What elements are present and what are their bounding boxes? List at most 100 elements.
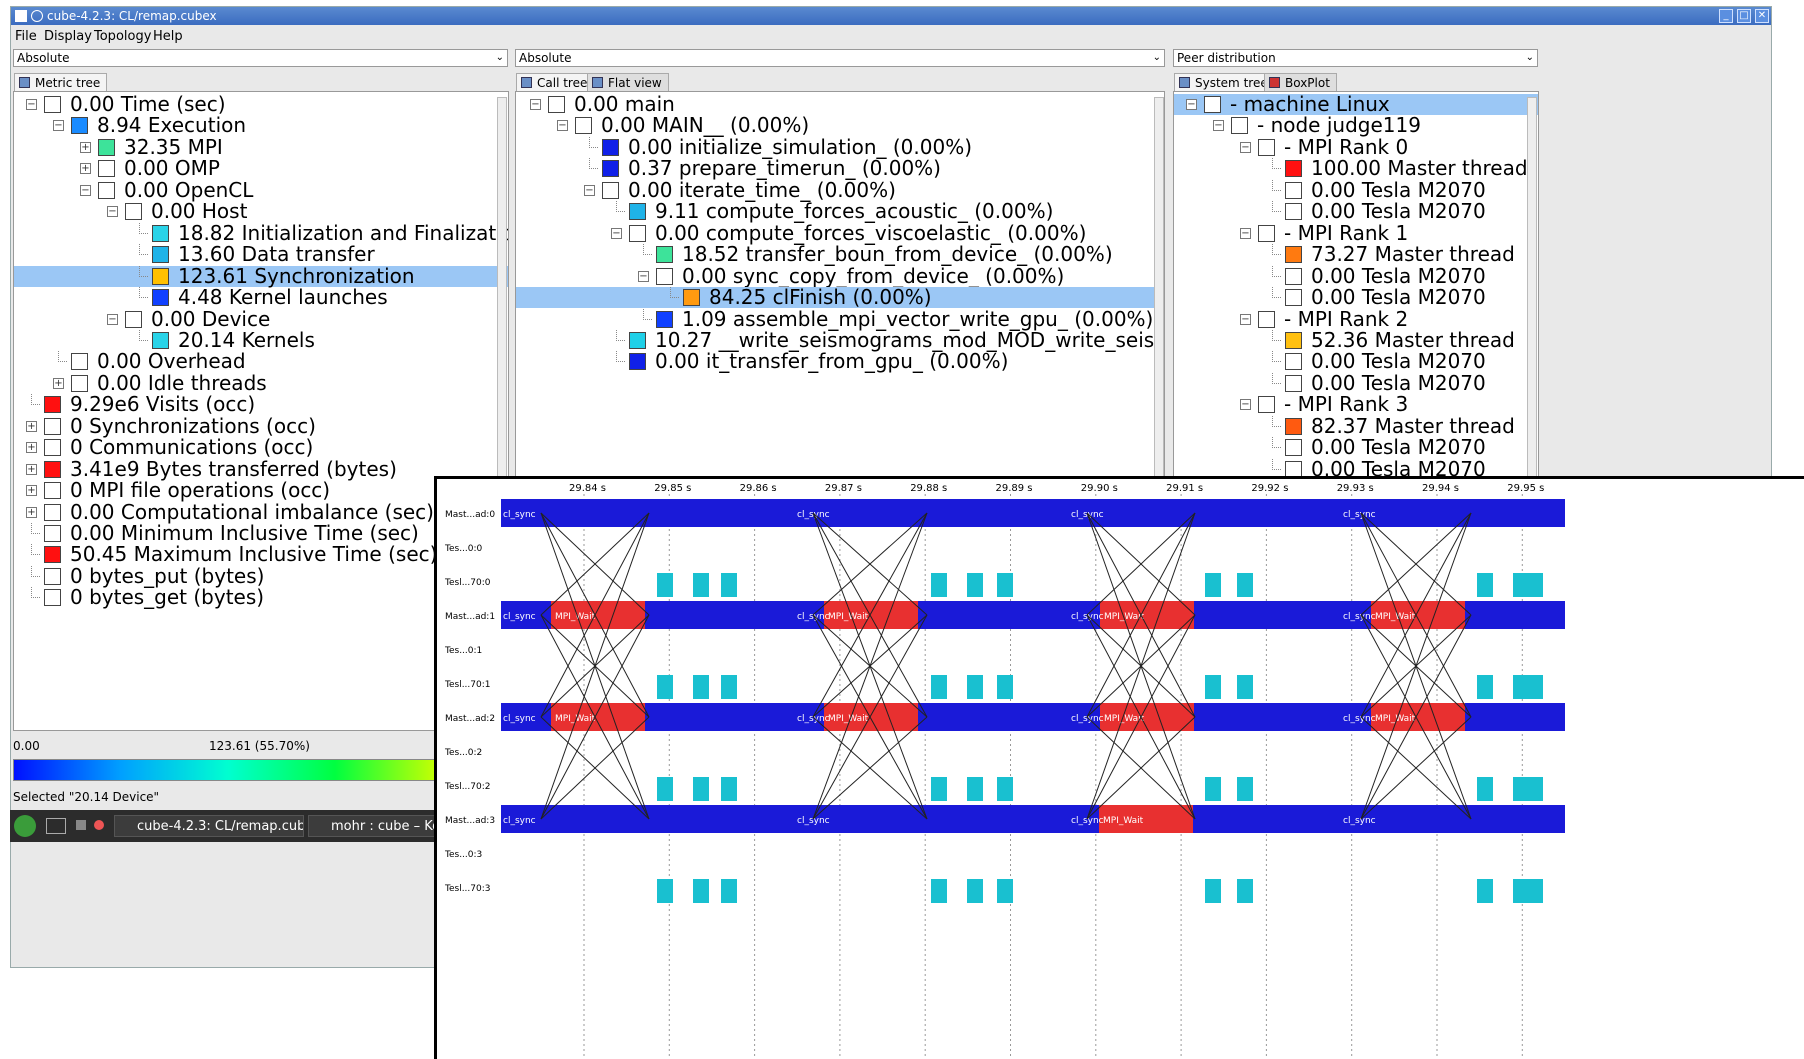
kernel-block[interactable] (931, 573, 947, 597)
kernel-block[interactable] (997, 573, 1013, 597)
browser-icon[interactable] (94, 820, 104, 830)
collapse-icon[interactable]: − (1186, 99, 1197, 110)
kernel-block[interactable] (1205, 777, 1221, 801)
master-thread-bar[interactable] (501, 805, 1565, 833)
kernel-block[interactable] (1237, 675, 1253, 699)
collapse-icon[interactable]: − (80, 184, 91, 196)
system-row[interactable]: 82.37 Master thread (1174, 415, 1538, 437)
kernel-block[interactable] (721, 675, 737, 699)
system-row[interactable]: 0.00 Tesla M2070 (1174, 351, 1538, 372)
call-tree-scrollbar[interactable] (1154, 97, 1164, 477)
metric-row[interactable]: +0.00 OMP (14, 158, 508, 179)
kernel-block[interactable] (1237, 573, 1253, 597)
collapse-icon[interactable]: − (557, 120, 568, 132)
kernel-block[interactable] (721, 777, 737, 801)
kernel-block[interactable] (693, 675, 709, 699)
menu-topology[interactable]: Topology (94, 29, 151, 44)
kernel-block[interactable] (657, 879, 673, 903)
timeline-canvas[interactable]: 29.84 s 29.85 s 29.86 s 29.87 s 29.88 s 29.89… (437, 479, 1804, 1059)
call-row[interactable]: 84.25 clFinish (0.00%) (516, 287, 1164, 309)
metric-row[interactable]: +0 Synchronizations (occ) (14, 415, 508, 437)
call-row[interactable]: − 0.00 MAIN__ (0.00%) (516, 115, 1164, 136)
call-row[interactable]: 0.00 initialize_simulation_ (0.00%) (516, 136, 1164, 158)
kernel-block[interactable] (931, 675, 947, 699)
close-icon[interactable]: ✕ (1755, 9, 1769, 23)
kernel-block[interactable] (1477, 573, 1493, 597)
kernel-block[interactable] (1527, 777, 1543, 801)
collapse-icon[interactable]: − (530, 99, 541, 110)
expand-icon[interactable]: + (26, 442, 37, 454)
metric-row[interactable]: 13.60 Data transfer (14, 244, 508, 265)
collapse-icon[interactable]: − (1240, 141, 1251, 153)
system-row[interactable]: − - node judge119 (1174, 115, 1538, 136)
kernel-block[interactable] (1237, 879, 1253, 903)
metric-row[interactable]: 123.61 Synchronization (14, 265, 508, 287)
maximize-icon[interactable]: □ (1737, 9, 1751, 23)
kernel-block[interactable] (931, 879, 947, 903)
metric-row[interactable]: − 0.00 Time (sec) (14, 94, 508, 115)
system-row[interactable]: − - MPI Rank 0 (1174, 136, 1538, 158)
system-row[interactable]: 0.00 Tesla M2070 (1174, 201, 1538, 222)
collapse-icon[interactable]: − (26, 99, 37, 110)
minimize-icon[interactable]: _ (1719, 9, 1733, 23)
system-row[interactable]: − - MPI Rank 3 (1174, 394, 1538, 415)
system-row[interactable]: 100.00 Master thread (1174, 158, 1538, 179)
window-menu-icon[interactable] (31, 10, 43, 22)
system-mode-select[interactable]: Peer distribution ⌄ (1173, 49, 1538, 67)
kernel-block[interactable] (1527, 573, 1543, 597)
expand-icon[interactable]: + (53, 377, 64, 389)
kernel-block[interactable] (931, 777, 947, 801)
kernel-block[interactable] (967, 879, 983, 903)
kernel-block[interactable] (967, 675, 983, 699)
system-row[interactable]: − - machine Linux (1174, 94, 1538, 115)
tab-flat-view[interactable]: Flat view (587, 73, 669, 91)
kernel-block[interactable] (693, 879, 709, 903)
collapse-icon[interactable]: − (638, 270, 649, 282)
kernel-block[interactable] (1205, 573, 1221, 597)
kernel-block[interactable] (1477, 777, 1493, 801)
call-row[interactable]: 9.11 compute_forces_acoustic_ (0.00%) (516, 201, 1164, 222)
kernel-block[interactable] (721, 879, 737, 903)
system-row[interactable]: 0.00 Tesla M2070 (1174, 372, 1538, 394)
collapse-icon[interactable]: − (611, 227, 622, 239)
kernel-block[interactable] (1513, 879, 1529, 903)
metric-row[interactable]: 0.00 Overhead (14, 351, 508, 372)
calltree-mode-select[interactable]: Absolute ⌄ (515, 49, 1165, 67)
expand-icon[interactable]: + (80, 141, 91, 153)
expand-icon[interactable]: + (26, 485, 37, 497)
metric-row[interactable]: +32.35 MPI (14, 136, 508, 158)
metric-row[interactable]: +0.00 Idle threads (14, 372, 508, 394)
call-row[interactable]: 10.27 __write_seismograms_mod_MOD_write_… (516, 329, 1164, 351)
kernel-block[interactable] (997, 675, 1013, 699)
call-row[interactable]: − 0.00 iterate_time_ (0.00%) (516, 179, 1164, 201)
tab-metric-tree[interactable]: Metric tree (14, 73, 108, 91)
tab-system-tree[interactable]: System tree (1174, 73, 1275, 91)
call-row[interactable]: − 0.00 main (516, 94, 1164, 115)
system-tree-scrollbar[interactable] (1527, 97, 1537, 477)
kernel-block[interactable] (1477, 879, 1493, 903)
metric-mode-select[interactable]: Absolute ⌄ (13, 49, 508, 67)
collapse-icon[interactable]: − (1240, 313, 1251, 325)
expand-icon[interactable]: + (26, 506, 37, 518)
metric-tree-scrollbar[interactable] (497, 97, 507, 477)
taskbar-item-terminal[interactable]: mohr : cube – Kons (308, 815, 440, 837)
kernel-block[interactable] (657, 777, 673, 801)
metric-row[interactable]: − 8.94 Execution (14, 115, 508, 136)
kernel-block[interactable] (1477, 675, 1493, 699)
kernel-block[interactable] (1513, 777, 1529, 801)
expand-icon[interactable]: + (26, 463, 37, 475)
kernel-block[interactable] (1527, 675, 1543, 699)
call-row[interactable]: − 0.00 sync_copy_from_device_ (0.00%) (516, 265, 1164, 287)
call-row[interactable]: − 0.00 compute_forces_viscoelastic_ (0.00… (516, 222, 1164, 244)
menu-file[interactable]: File (15, 29, 37, 44)
system-row[interactable]: 0.00 Tesla M2070 (1174, 287, 1538, 308)
collapse-icon[interactable]: − (1213, 120, 1224, 132)
call-row[interactable]: 0.37 prepare_timerun_ (0.00%) (516, 158, 1164, 179)
master-thread-bar[interactable] (501, 499, 1565, 527)
kernel-block[interactable] (967, 777, 983, 801)
metric-row[interactable]: 4.48 Kernel launches (14, 287, 508, 308)
metric-row[interactable]: − 0.00 Device (14, 308, 508, 330)
kernel-block[interactable] (967, 573, 983, 597)
kernel-block[interactable] (997, 879, 1013, 903)
expand-icon[interactable]: + (80, 163, 91, 175)
